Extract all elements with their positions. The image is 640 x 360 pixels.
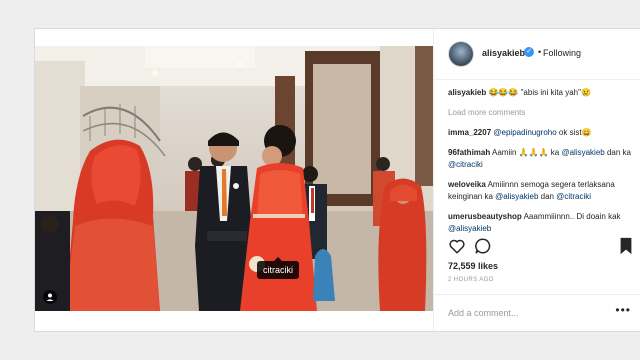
comment-username[interactable]: imma_2207 (448, 128, 491, 137)
comment-username[interactable]: weloveika (448, 180, 486, 189)
separator-dot: • (538, 47, 542, 57)
post-card: citraciki alisyakieb ✓ • Following alisy… (34, 28, 640, 332)
comment-text: Aaammiiinnn.. Di doain kak (521, 212, 621, 221)
post-photo[interactable]: citraciki (35, 46, 433, 311)
add-comment-input[interactable]: Add a comment... (448, 308, 519, 318)
comment-item: umerusbeautyshop Aaammiiinnn.. Di doain … (448, 211, 634, 235)
mention-link[interactable]: @epipadinugroho (493, 128, 556, 137)
bookmark-icon[interactable] (618, 237, 634, 260)
comment-icon[interactable] (474, 237, 492, 260)
more-options-button[interactable]: ••• (615, 303, 631, 317)
heart-icon[interactable] (448, 237, 466, 260)
mention-link[interactable]: @alisyakieb (448, 224, 491, 233)
caption: alisyakieb 😂😂😂 "abis ini kita yah"😢 (448, 87, 634, 99)
comment-username[interactable]: 96fathimah (448, 148, 490, 157)
comment-item: 96fathimah Aamiin 🙏🙏🙏 ka @alisyakieb dan… (448, 147, 634, 171)
follow-status-button[interactable]: Following (543, 48, 581, 58)
username-link[interactable]: alisyakieb (482, 48, 525, 58)
likes-count[interactable]: 72,559 likes (448, 261, 498, 271)
comment-item: imma_2207 @epipadinugroho ok sist😀 (448, 127, 634, 139)
avatar[interactable] (448, 41, 474, 67)
mention-link[interactable]: @alisyakieb (495, 192, 538, 201)
comment-item: weloveika Amiiinnn semoga segera terlaks… (448, 179, 634, 203)
comment-text: dan ka (604, 148, 631, 157)
comments-list: alisyakieb 😂😂😂 "abis ini kita yah"😢 Load… (448, 87, 634, 243)
comment-username[interactable]: umerusbeautyshop (448, 212, 522, 221)
post-sidebar: alisyakieb ✓ • Following alisyakieb 😂😂😂 … (433, 29, 640, 331)
post-actions (448, 237, 634, 257)
comment-text: Aamiin 🙏🙏🙏 ka (490, 148, 562, 157)
mention-link[interactable]: @citraciki (556, 192, 591, 201)
caption-username[interactable]: alisyakieb (448, 88, 486, 97)
wedding-scene-image (35, 46, 433, 311)
post-header: alisyakieb ✓ • Following (434, 29, 640, 80)
mention-link[interactable]: @alisyakieb (561, 148, 604, 157)
mention-link[interactable]: @citraciki (448, 160, 483, 169)
comment-text: ok sist😀 (556, 128, 592, 137)
post-timestamp[interactable]: 2 HOURS AGO (448, 277, 494, 283)
load-more-comments-link[interactable]: Load more comments (448, 107, 634, 119)
user-tag-icon[interactable] (43, 290, 57, 304)
photo-user-tag[interactable]: citraciki (257, 257, 300, 279)
verified-badge-icon: ✓ (524, 47, 534, 57)
caption-text: 😂😂😂 "abis ini kita yah"😢 (486, 88, 591, 97)
add-comment-bar: Add a comment... ••• (434, 294, 640, 332)
comment-text: dan (538, 192, 557, 201)
